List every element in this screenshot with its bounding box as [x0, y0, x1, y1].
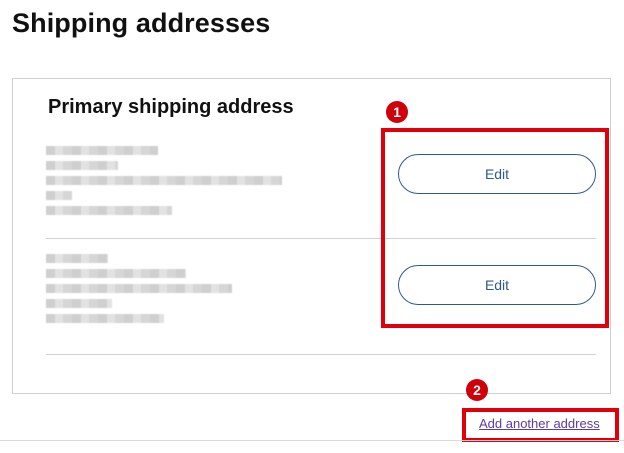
page-bottom-divider: [0, 440, 624, 441]
address-block-1: [46, 146, 282, 221]
redacted-line: [46, 146, 158, 155]
page-title: Shipping addresses: [12, 8, 271, 38]
redacted-line: [46, 284, 232, 293]
address-block-2: [46, 254, 232, 329]
highlight-box-edit-buttons: [381, 128, 609, 328]
redacted-line: [46, 254, 108, 263]
redacted-line: [46, 191, 72, 200]
redacted-line: [46, 206, 172, 215]
redacted-line: [46, 161, 118, 170]
redacted-line: [46, 176, 282, 185]
primary-address-heading: Primary shipping address: [48, 96, 294, 118]
redacted-line: [46, 314, 164, 323]
annotation-badge-2: 2: [466, 379, 488, 401]
add-another-address-link[interactable]: Add another address: [479, 416, 600, 431]
redacted-line: [46, 299, 112, 308]
address-divider: [46, 354, 596, 355]
annotation-badge-1: 1: [386, 101, 408, 123]
redacted-line: [46, 269, 186, 278]
